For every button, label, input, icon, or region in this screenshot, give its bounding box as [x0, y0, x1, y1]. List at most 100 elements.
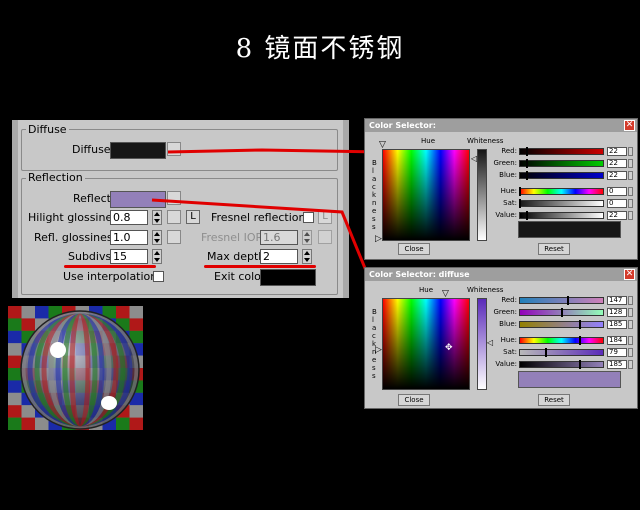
hue-value-input[interactable]: 184	[607, 335, 627, 345]
blue-slider-thumb[interactable]	[578, 320, 581, 330]
green-slider-label: Green:	[493, 159, 517, 168]
green-value-spinner[interactable]	[628, 308, 633, 318]
red-slider-thumb[interactable]	[567, 296, 570, 305]
red-value-input[interactable]: 147	[607, 296, 627, 305]
dialog-titlebar: Color Selector: diffuse	[365, 268, 637, 281]
value-slider[interactable]	[519, 361, 604, 368]
hue-value-input[interactable]: 0	[607, 186, 627, 196]
blackness-label: Blackness	[372, 308, 377, 380]
hue-slider-thumb[interactable]	[519, 186, 521, 196]
hue-pointer-icon[interactable]: ▽	[379, 141, 386, 150]
sat-value-spinner[interactable]	[628, 198, 633, 208]
diffuse-connector-line	[167, 148, 384, 154]
hue-slider-thumb[interactable]	[578, 335, 581, 345]
red-slider[interactable]	[519, 148, 604, 155]
reset-button[interactable]: Reset	[538, 243, 570, 255]
checker-tile	[129, 306, 143, 319]
blue-value-input[interactable]: 22	[607, 171, 627, 181]
sat-value-spinner[interactable]	[628, 347, 633, 357]
value-slider[interactable]	[519, 212, 604, 219]
red-value-input[interactable]: 22	[607, 147, 627, 156]
blue-value-input[interactable]: 185	[607, 320, 627, 330]
highlight-spot	[101, 396, 117, 410]
value-slider-thumb[interactable]	[525, 211, 528, 220]
sat-slider[interactable]	[519, 199, 604, 207]
checker-tile	[8, 405, 22, 418]
hue-value-spinner[interactable]	[628, 335, 633, 345]
hue-slider[interactable]	[519, 336, 604, 344]
green-slider-thumb[interactable]	[560, 308, 563, 318]
hue-label: Hue	[421, 137, 436, 145]
dialog-close-x-button[interactable]: ✕	[624, 120, 635, 131]
color-selector-dialog[interactable]: Color Selector: ✕ Hue Whiteness ▽ Blackn…	[364, 118, 638, 260]
green-slider-label: Green:	[493, 308, 517, 317]
close-button[interactable]: Close	[398, 243, 430, 255]
dialog-close-x-button[interactable]: ✕	[624, 269, 635, 280]
close-button[interactable]: Close	[398, 394, 430, 406]
color-preview-swatch	[518, 371, 621, 388]
checker-tile	[129, 405, 143, 418]
color-selector-diffuse-dialog[interactable]: Color Selector: diffuse ✕ Hue Whiteness …	[364, 267, 638, 409]
blackness-label: Blackness	[372, 159, 377, 231]
hue-pointer-icon[interactable]: ▽	[442, 290, 449, 299]
checker-tile	[116, 417, 130, 430]
blue-slider-label: Blue:	[499, 171, 517, 180]
checker-tile	[129, 318, 143, 331]
checker-tile	[116, 306, 130, 319]
value-value-input[interactable]: 22	[607, 211, 627, 220]
red-value-spinner[interactable]	[628, 296, 633, 305]
value-slider-label: Value:	[495, 360, 517, 368]
green-slider[interactable]	[519, 160, 604, 168]
red-slider-label: Red:	[501, 296, 517, 304]
sat-slider-label: Sat:	[503, 347, 517, 356]
checker-tile	[129, 417, 143, 430]
render-sphere	[8, 306, 143, 430]
checker-tile	[21, 417, 36, 430]
red-slider[interactable]	[519, 297, 604, 304]
blue-value-spinner[interactable]	[628, 171, 633, 181]
checker-tile	[8, 355, 22, 369]
blue-value-spinner[interactable]	[628, 320, 633, 330]
hue-blackness-picker[interactable]	[382, 149, 470, 241]
hue-blackness-picker[interactable]	[382, 298, 470, 390]
value-slider-thumb[interactable]	[578, 360, 581, 369]
sat-value-input[interactable]: 0	[607, 198, 627, 208]
value-value-spinner[interactable]	[628, 360, 633, 369]
value-slider-label: Value:	[495, 211, 517, 219]
checker-tile	[8, 330, 22, 344]
blue-slider[interactable]	[519, 321, 604, 329]
blue-slider-label: Blue:	[499, 320, 517, 329]
sat-value-input[interactable]: 79	[607, 347, 627, 357]
hue-slider-label: Hue:	[500, 186, 517, 195]
green-slider-thumb[interactable]	[525, 159, 528, 169]
reset-button[interactable]: Reset	[538, 394, 570, 406]
red-slider-label: Red:	[501, 147, 517, 155]
highlight-spot	[50, 342, 66, 358]
blue-slider-thumb[interactable]	[525, 171, 528, 181]
green-value-input[interactable]: 22	[607, 159, 627, 169]
reflect-connector-line	[151, 198, 380, 301]
hue-slider-label: Hue:	[500, 335, 517, 344]
hue-value-spinner[interactable]	[628, 186, 633, 196]
dialog-titlebar: Color Selector:	[365, 119, 637, 132]
sat-slider-thumb[interactable]	[544, 347, 547, 357]
value-value-input[interactable]: 185	[607, 360, 627, 369]
checker-tile	[8, 368, 22, 381]
hue-slider[interactable]	[519, 187, 604, 195]
red-value-spinner[interactable]	[628, 147, 633, 156]
crosshair-icon[interactable]: ✥	[445, 344, 453, 353]
blue-slider[interactable]	[519, 172, 604, 180]
color-preview-swatch	[518, 221, 621, 238]
green-value-spinner[interactable]	[628, 159, 633, 169]
red-slider-thumb[interactable]	[525, 147, 528, 156]
checker-tile	[35, 306, 49, 319]
blackness-pointer-icon[interactable]: ▷	[375, 346, 382, 355]
green-value-input[interactable]: 128	[607, 308, 627, 318]
checker-tile	[8, 306, 22, 319]
checker-tile	[8, 417, 22, 430]
sat-slider-thumb[interactable]	[519, 198, 521, 208]
blackness-pointer-icon[interactable]: ▷	[375, 235, 382, 244]
material-render-preview	[8, 306, 143, 430]
value-value-spinner[interactable]	[628, 211, 633, 220]
sat-slider[interactable]	[519, 348, 604, 356]
